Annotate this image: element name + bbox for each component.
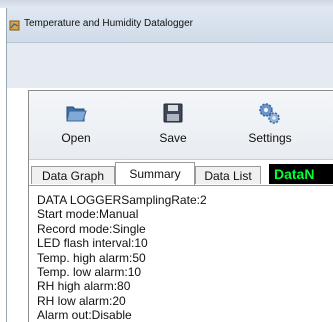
main-panel: Open Save Settings Data Graph Summary Da… [28,90,333,322]
summary-line: Temp. low alarm:10 [37,265,142,280]
app-window: Temperature and Humidity Datalogger Open… [6,8,333,322]
summary-line: Alarm out:Disable [37,308,132,322]
gears-icon [259,103,280,124]
window-title: Temperature and Humidity Datalogger [24,18,193,29]
summary-line: RH high alarm:80 [37,279,131,294]
menu-area [7,43,333,88]
summary-line: Start mode:Manual [37,207,139,222]
app-icon [9,18,20,31]
floppy-disk-icon [163,103,183,123]
tab-data-graph[interactable]: Data Graph [31,166,115,184]
summary-lines: DATA LOGGERSamplingRate:2 Start mode:Man… [37,193,333,322]
brand-badge: DataN [269,164,333,184]
summary-line: Temp. high alarm:50 [37,250,146,265]
summary-content: DATA LOGGERSamplingRate:2 Start mode:Man… [29,185,333,322]
summary-line: LED flash interval:10 [37,236,148,251]
open-label: Open [61,131,91,145]
save-button[interactable]: Save [133,97,213,155]
toolbar: Open Save Settings [29,91,333,160]
title-bar[interactable]: Temperature and Humidity Datalogger [7,8,333,43]
tab-summary[interactable]: Summary [115,162,195,185]
folder-open-icon [66,106,87,122]
tab-data-list[interactable]: Data List [195,166,261,184]
save-label: Save [159,131,187,145]
taskbar-strip [0,0,333,8]
summary-line: RH low alarm:20 [37,293,126,308]
summary-line: Record mode:Single [37,221,146,236]
settings-button[interactable]: Settings [230,97,310,155]
summary-line: DATA LOGGERSamplingRate:2 [37,193,207,207]
open-button[interactable]: Open [36,97,116,155]
settings-label: Settings [248,131,292,145]
tab-strip: Data Graph Summary Data List DataN [29,161,333,185]
